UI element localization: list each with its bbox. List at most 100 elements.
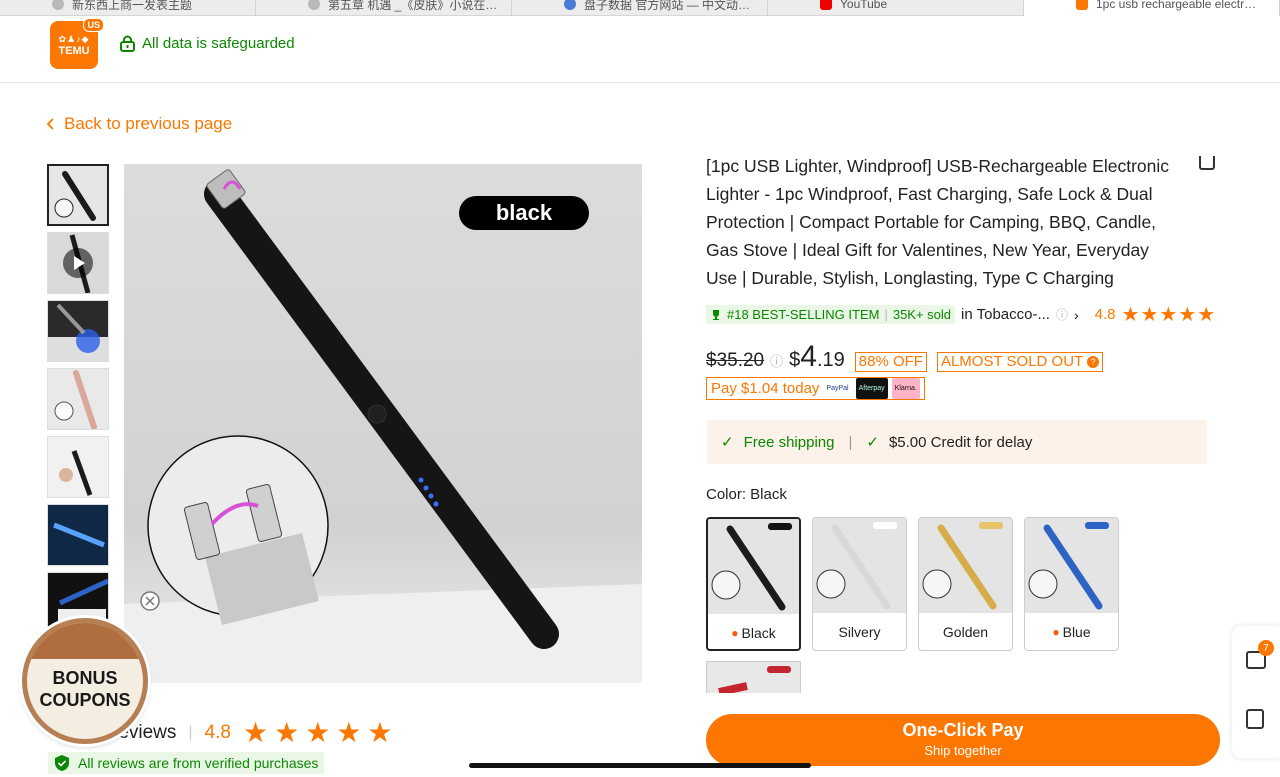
lighter-illustration	[124, 169, 642, 683]
swatch-label: Silvery	[838, 624, 881, 640]
browser-tab-active[interactable]: 1pc usb rechargeable electr…	[1024, 0, 1280, 16]
chevron-left-icon	[46, 118, 54, 130]
product-title: [1pc USB Lighter, Windproof] USB-Recharg…	[706, 156, 1170, 288]
thumbnail-strip	[47, 164, 110, 640]
temu-logo[interactable]: ✿♟♪◆ TEMU US	[50, 18, 104, 69]
hand-lighter-thumbnail-image	[48, 437, 108, 497]
chat-count-badge: 7	[1258, 640, 1274, 656]
pay-today-badge[interactable]: Pay $1.04 today PayPal Afterpay Klarna.	[706, 377, 925, 400]
temu-favicon-icon	[1076, 0, 1088, 10]
chevron-right-icon[interactable]: ›	[1074, 307, 1079, 323]
swatch-golden[interactable]: Golden	[918, 517, 1013, 651]
flame-thumbnail-image	[48, 301, 108, 361]
main-product-image[interactable]: black	[124, 164, 642, 683]
discount-badge: 88% OFF	[854, 352, 927, 372]
tab-title: 新东西上商一发表主题	[72, 0, 193, 12]
browser-tab[interactable]: 第五章 机遇 _《皮肤》小说在…	[256, 0, 512, 16]
check-icon: ✓	[721, 434, 734, 451]
thumbnail-5[interactable]	[47, 436, 109, 498]
back-link[interactable]: Back to previous page	[46, 114, 232, 134]
back-label: Back to previous page	[64, 114, 233, 133]
lock-icon	[120, 35, 135, 52]
reviews-rating: 4.8	[204, 721, 231, 743]
best-selling-text: #18 BEST-SELLING ITEM	[727, 307, 880, 322]
swatch-label: Golden	[942, 624, 989, 640]
star-rating-icons: ★★★★★	[242, 717, 399, 748]
shield-check-icon	[55, 755, 69, 771]
current-price: $4.19	[789, 340, 845, 374]
thumbnail-3[interactable]	[47, 300, 109, 362]
info-icon[interactable]: ⓘ	[1056, 306, 1068, 323]
edit-note-icon[interactable]	[1246, 709, 1264, 729]
one-click-pay-button[interactable]: One-Click Pay Ship together	[706, 714, 1220, 766]
color-label: Color: Black	[706, 486, 787, 503]
pay-button-title: One-Click Pay	[902, 720, 1024, 740]
security-notice[interactable]: All data is safeguarded	[120, 35, 295, 52]
coupon-ribbon	[27, 623, 143, 659]
swatch-image	[1025, 518, 1118, 613]
tab-favicon-icon	[564, 0, 576, 10]
tab-favicon-icon	[308, 0, 320, 10]
currency-symbol: $	[789, 349, 801, 371]
rating-value: 4.8	[1094, 306, 1116, 323]
swatch-image	[813, 518, 906, 613]
credit-delay-text: $5.00 Credit for delay	[888, 433, 1033, 451]
side-floating-panel: 7	[1232, 626, 1280, 758]
pay-button-subtitle: Ship together	[924, 743, 1002, 758]
sales-rank-row: #18 BEST-SELLING ITEM | 35K+ sold in Tob…	[706, 302, 1216, 327]
browser-tab[interactable]: YouTube	[768, 0, 1024, 16]
divider: |	[848, 433, 853, 451]
hot-flame-icon: ●	[731, 626, 739, 640]
share-icon[interactable]	[1199, 156, 1215, 170]
home-indicator	[469, 763, 811, 768]
thumbnail-4[interactable]	[47, 368, 109, 430]
color-tag: black	[459, 196, 589, 230]
tab-title: YouTube	[840, 0, 888, 11]
thumbnail-6[interactable]	[47, 504, 109, 566]
charging-thumbnail-image	[48, 505, 108, 565]
security-text: All data is safeguarded	[142, 35, 295, 52]
swatch-black[interactable]: ● Black	[706, 517, 801, 651]
original-price: $35.20	[706, 350, 765, 371]
klarna-logo: Klarna.	[891, 378, 920, 399]
region-badge: US	[83, 18, 104, 32]
swatch-silvery[interactable]: Silvery	[812, 517, 907, 651]
paypal-logo: PayPal	[826, 385, 849, 392]
check-icon: ✓	[866, 434, 879, 451]
thumbnail-1[interactable]	[47, 164, 109, 226]
tab-title: 1pc usb rechargeable electr…	[1096, 0, 1257, 11]
free-shipping-text: Free shipping	[743, 433, 835, 451]
hot-flame-icon: ●	[1052, 625, 1060, 639]
price-decimal: .19	[816, 349, 845, 371]
color-swatches: ● Black Silvery Golden ● Blue	[706, 517, 1119, 651]
price-row: $35.20 ⓘ $4.19 88% OFF ALMOST SOLD OUT ?	[706, 340, 1104, 374]
sold-count: 35K+ sold	[892, 307, 952, 322]
swatch-image	[919, 518, 1012, 613]
youtube-icon	[820, 0, 832, 10]
stock-badge[interactable]: ALMOST SOLD OUT ?	[936, 352, 1104, 372]
bonus-coupons-button[interactable]: BONUS COUPONS	[22, 618, 148, 744]
site-header: ✿♟♪◆ TEMU US All data is safeguarded	[0, 16, 1280, 83]
pay-today-text: Pay $1.04 today	[711, 380, 820, 397]
thumbnail-video[interactable]	[47, 232, 109, 294]
tab-title: 第五章 机遇 _《皮肤》小说在…	[328, 0, 498, 12]
logo-text: TEMU	[58, 45, 90, 57]
browser-tab[interactable]: 盘子数据 官方网站 — 中文动…	[512, 0, 768, 16]
browser-tab-bar: 新东西上商一发表主题 第五章 机遇 _《皮肤》小说在… 盘子数据 官方网站 — …	[0, 0, 1280, 16]
pink-lighter-thumbnail-image	[48, 369, 108, 429]
best-selling-badge[interactable]: #18 BEST-SELLING ITEM | 35K+ sold	[706, 305, 956, 324]
price-info-icon[interactable]: ⓘ	[770, 351, 783, 370]
swatch-label: Black	[741, 625, 776, 641]
swatch-blue[interactable]: ● Blue	[1024, 517, 1119, 651]
afterpay-logo: Afterpay	[855, 378, 888, 399]
swatch-label: Blue	[1062, 624, 1091, 640]
swatch-red[interactable]	[706, 661, 801, 693]
price-integer: 4	[800, 340, 817, 373]
verified-purchases-note: All reviews are from verified purchases	[48, 752, 325, 774]
tab-title: 盘子数据 官方网站 — 中文动…	[584, 0, 751, 12]
browser-tab[interactable]: 新东西上商一发表主题	[0, 0, 256, 16]
lighter-thumbnail-image	[49, 166, 107, 224]
verified-text: All reviews are from verified purchases	[78, 755, 319, 771]
category-link[interactable]: in Tobacco-...	[961, 306, 1050, 323]
shipping-info-box[interactable]: ✓ Free shipping | ✓ $5.00 Credit for del…	[707, 420, 1207, 464]
